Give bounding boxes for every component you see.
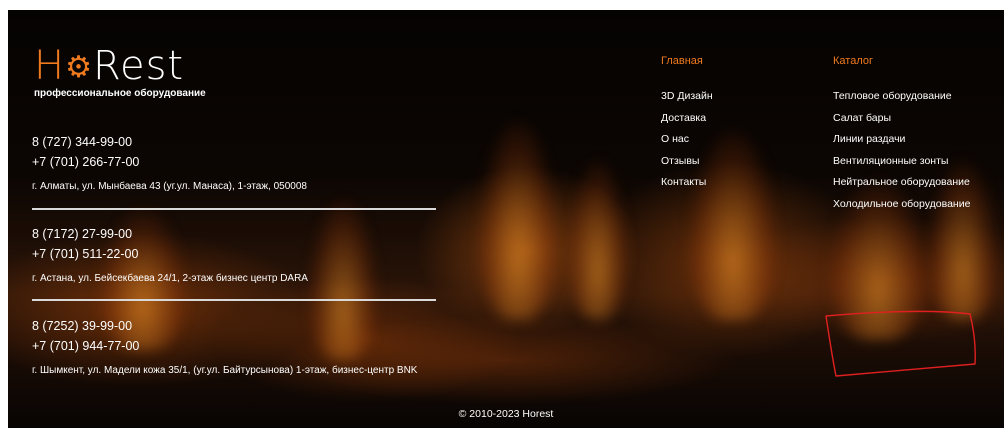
red-annotation-box xyxy=(825,310,976,377)
annotation-overlay xyxy=(825,310,976,377)
